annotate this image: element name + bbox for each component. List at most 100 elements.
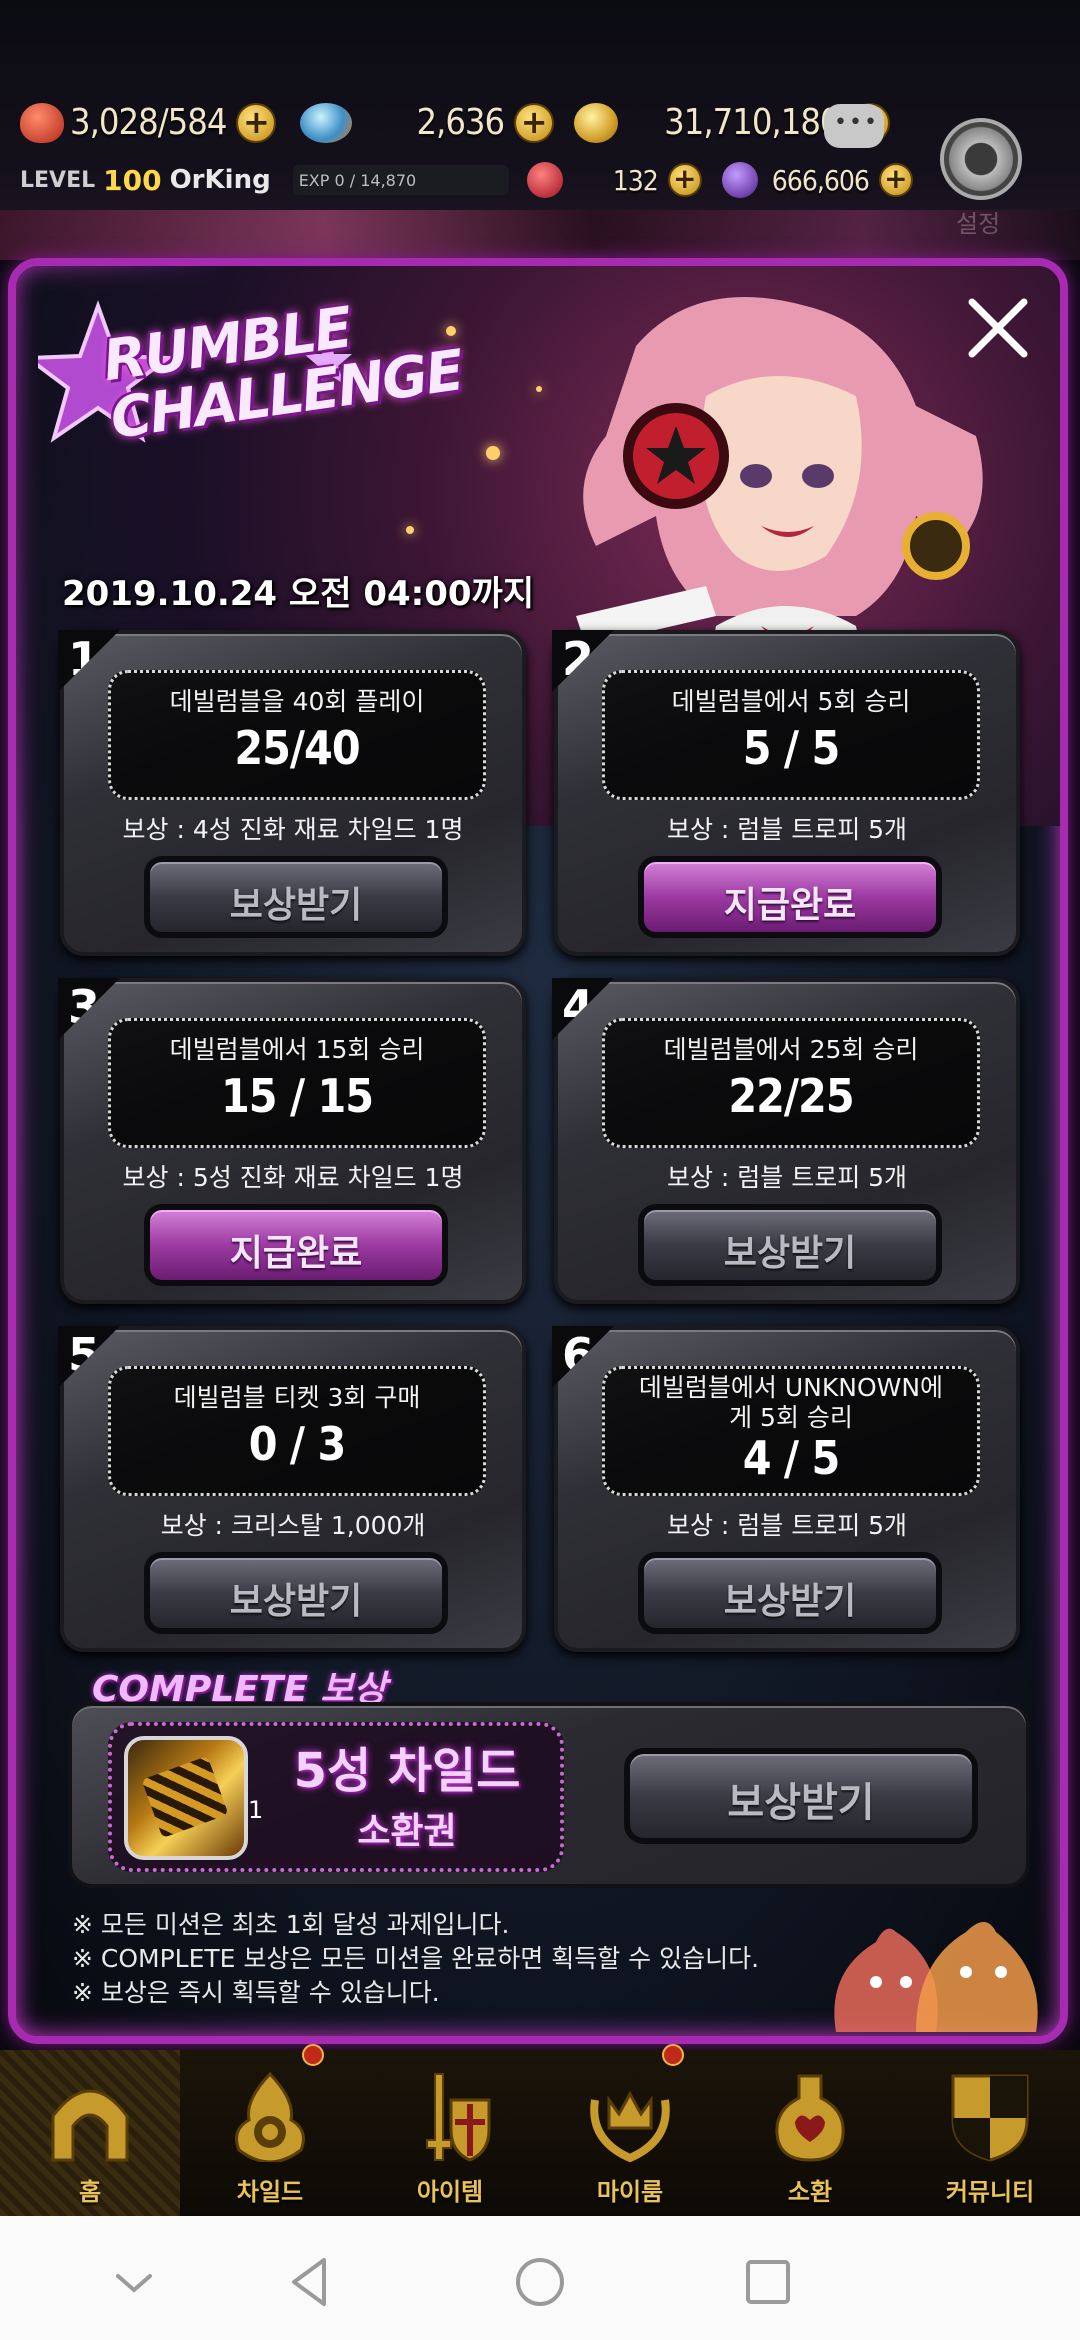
mission-goal-box: 데빌럼블에서 UNKNOWN에게 5회 승리 4 / 5 (602, 1366, 980, 1496)
mission-goal: 데빌럼블에서 25회 승리 (663, 1035, 919, 1064)
mission-goal-box: 데빌럼블에서 5회 승리 5 / 5 (602, 670, 980, 800)
ruby-resource: 132 + (526, 162, 702, 198)
hearts-resource: 3,028 /584 + (20, 102, 277, 143)
exp-text: EXP 0 / 14,870 (298, 170, 417, 190)
note-line: 모든 미션은 최초 1회 달성 과제입니다. (72, 1908, 759, 1942)
top-hud: 3,028 /584 + 2,636 + 31,710,180 + LEVEL … (0, 0, 1080, 260)
ruby-value: 132 (612, 163, 659, 197)
mission-goal-box: 데빌럼블에서 25회 승리 22/25 (602, 1018, 980, 1148)
mission-goal-box: 데빌럼블에서 15회 승리 15 / 15 (108, 1018, 486, 1148)
complete-item-name: 5성 차일드 (293, 1743, 521, 1799)
mission-reward: 보상 : 크리스탈 1,000개 (160, 1511, 426, 1540)
gems-resource: 2,636 + (300, 102, 555, 143)
level-value: 100 (103, 163, 162, 197)
chat-icon[interactable] (824, 104, 884, 148)
mission-goal-box: 데빌럼블 티켓 3회 구매 0 / 3 (108, 1366, 486, 1496)
complete-item-sub: 소환권 (357, 1811, 457, 1852)
exp-bar: EXP 0 / 14,870 (292, 165, 509, 195)
mission-reward: 보상 : 럼블 트로피 5개 (666, 815, 908, 844)
mission-goal: 데빌럼블에서 15회 승리 (169, 1035, 425, 1064)
slime-mascot-icon (834, 1922, 1038, 2032)
mission-goal: 데빌럼블에서 UNKNOWN에게 5회 승리 (638, 1373, 944, 1432)
mission-notes: 모든 미션은 최초 1회 달성 과제입니다. COMPLETE 보상은 모든 미… (72, 1908, 759, 2010)
level-row: LEVEL 100 OrKing EXP 0 / 14,870 132 + 66… (20, 162, 933, 198)
note-line: COMPLETE 보상은 모든 미션을 완료하면 획득할 수 있습니다. (72, 1942, 759, 1976)
mission-goal: 데빌럼블 티켓 3회 구매 (173, 1383, 421, 1412)
mission-goal-box: 데빌럼블을 40회 플레이 25/40 (108, 670, 486, 800)
checkered-shield-icon (951, 2074, 1029, 2162)
sword-shield-icon (426, 2073, 491, 2162)
claim-complete-reward-button[interactable]: 보상받기 (624, 1748, 978, 1844)
nav-home[interactable]: 홈 (0, 2050, 180, 2216)
nav-summon[interactable]: 소환 (720, 2050, 900, 2216)
event-deadline: 2019.10.24 오전 04:00까지 (62, 574, 535, 614)
mission-card-1: 1 데빌럼블을 40회 플레이 25/40 보상 : 4성 진화 재료 차일드 … (58, 630, 526, 956)
mission-card-4: 4 데빌럼블에서 25회 승리 22/25 보상 : 럼블 트로피 5개 보상받… (552, 978, 1020, 1304)
notification-badge (302, 2044, 324, 2066)
claim-reward-button[interactable]: 보상받기 (638, 1552, 942, 1634)
mission-progress: 22/25 (728, 1069, 854, 1123)
soul-icon (721, 162, 758, 198)
nav-community[interactable]: 커뮤니티 (900, 2050, 1080, 2216)
nav-item-inventory[interactable]: 아이템 (360, 2050, 540, 2216)
system-navigation-bar (0, 2216, 1080, 2340)
mission-progress: 15 / 15 (220, 1069, 374, 1123)
mission-goal: 데빌럼블에서 5회 승리 (671, 687, 911, 716)
note-line: 보상은 즉시 획득할 수 있습니다. (72, 1976, 759, 2010)
nav-label: 커뮤니티 (945, 2178, 1035, 2206)
child-flame-icon (235, 2071, 305, 2162)
souls-value: 666,606 (771, 163, 870, 197)
mission-reward: 보상 : 럼블 트로피 5개 (666, 1511, 908, 1540)
close-icon[interactable] (962, 292, 1034, 364)
reward-claimed-button[interactable]: 지급완료 (144, 1204, 448, 1286)
mission-card-6: 6 데빌럼블에서 UNKNOWN에게 5회 승리 4 / 5 보상 : 럼블 트… (552, 1326, 1020, 1652)
chevron-down-icon[interactable] (104, 2252, 164, 2312)
potion-bottle-icon (775, 2074, 845, 2162)
level-label: LEVEL (20, 167, 96, 193)
nav-label: 아이템 (416, 2178, 484, 2206)
add-ruby-button[interactable]: + (667, 163, 702, 197)
ruby-icon (526, 162, 563, 198)
currency-row: 3,028 /584 + 2,636 + 31,710,180 + (20, 102, 910, 143)
heart-icon (20, 102, 64, 143)
ticket-count: 1 (248, 1796, 264, 1824)
add-souls-button[interactable]: + (878, 163, 913, 197)
player-name: OrKing (169, 165, 271, 195)
complete-reward-item: 1 5성 차일드 소환권 (108, 1722, 564, 1872)
mission-reward: 보상 : 4성 진화 재료 차일드 1명 (122, 815, 464, 844)
rumble-challenge-popup: RUMBLE CHALLENGE 2019.10.24 오전 04:00까지 1… (8, 258, 1068, 2044)
bottom-navigation: 홈 차일드 아이템 마이룸 소환 커뮤니티 (0, 2044, 1080, 2216)
add-gems-button[interactable]: + (514, 102, 555, 143)
event-banner-strip[interactable] (0, 210, 1080, 260)
nav-label: 마이룸 (596, 2178, 664, 2206)
nav-myroom[interactable]: 마이룸 (540, 2044, 720, 2216)
gold-coin-icon (574, 102, 619, 143)
mission-card-3: 3 데빌럼블에서 15회 승리 15 / 15 보상 : 5성 진화 재료 차일… (58, 978, 526, 1304)
souls-resource: 666,606 + (721, 162, 913, 198)
notification-badge (662, 2044, 684, 2066)
reward-claimed-button[interactable]: 지급완료 (638, 856, 942, 938)
hearts-max: /584 (157, 102, 228, 143)
recent-apps-icon[interactable] (738, 2252, 798, 2312)
nav-label: 차일드 (236, 2178, 304, 2206)
add-hearts-button[interactable]: + (236, 102, 277, 143)
home-gate-icon (51, 2089, 129, 2162)
summon-ticket-icon (124, 1736, 248, 1860)
mission-card-2: 2 데빌럼블에서 5회 승리 5 / 5 보상 : 럼블 트로피 5개 지급완료 (552, 630, 1020, 956)
complete-reward-panel: 1 5성 차일드 소환권 보상받기 (68, 1702, 1030, 1888)
gear-icon[interactable] (940, 118, 1022, 200)
claim-reward-button[interactable]: 보상받기 (144, 856, 448, 938)
mission-reward: 보상 : 5성 진화 재료 차일드 1명 (122, 1163, 464, 1192)
mission-goal: 데빌럼블을 40회 플레이 (169, 687, 425, 716)
nav-child[interactable]: 차일드 (180, 2044, 360, 2216)
home-circle-icon[interactable] (510, 2252, 570, 2312)
hearts-value: 3,028 (70, 102, 159, 143)
mission-progress: 0 / 3 (248, 1417, 347, 1471)
back-icon[interactable] (280, 2252, 340, 2312)
crown-laurel-icon (590, 2090, 670, 2162)
nav-label: 소환 (787, 2178, 833, 2206)
claim-reward-button[interactable]: 보상받기 (144, 1552, 448, 1634)
claim-reward-button[interactable]: 보상받기 (638, 1204, 942, 1286)
mission-card-5: 5 데빌럼블 티켓 3회 구매 0 / 3 보상 : 크리스탈 1,000개 보… (58, 1326, 526, 1652)
mission-progress: 4 / 5 (742, 1431, 841, 1485)
